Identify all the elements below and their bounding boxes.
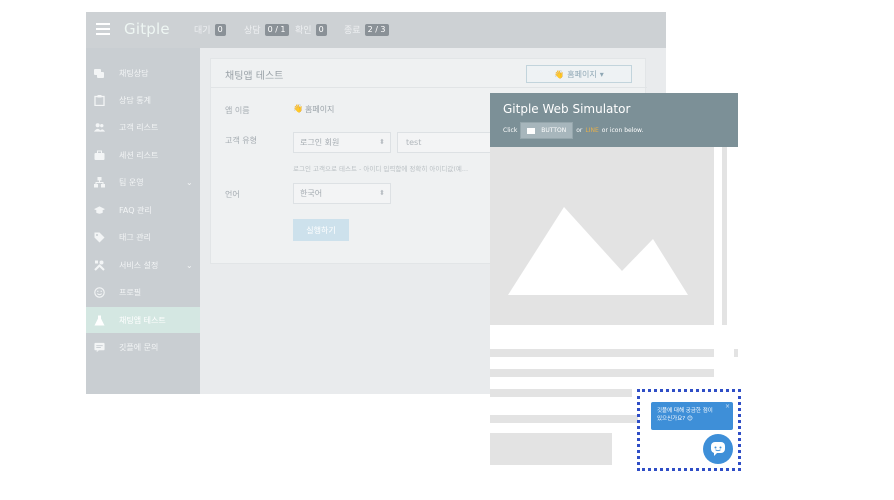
instruction-click: Click xyxy=(503,127,518,134)
hand-emoji-icon: 👋 xyxy=(554,69,565,79)
sidebar-item-label: 프로필 xyxy=(119,287,142,297)
placeholder-footer-block xyxy=(490,433,612,465)
stat-badge: 2 / 3 xyxy=(364,23,389,36)
sidebar-item-label: 서비스 설정 xyxy=(119,260,159,270)
sitemap-icon xyxy=(94,176,105,188)
simulator-instructions: Click BUTTON or LINE or icon below. xyxy=(503,122,643,139)
updown-caret-icon: ⬍ xyxy=(379,189,385,197)
hand-emoji-icon: 👋 xyxy=(293,104,303,113)
simulator-line-link[interactable]: LINE xyxy=(585,127,598,134)
language-label: 언어 xyxy=(225,190,240,199)
sidebar-item-label: 태그 관리 xyxy=(119,232,151,242)
briefcase-icon xyxy=(94,150,105,161)
message-icon xyxy=(94,342,105,353)
bubble-line-1: 깃플에 대해 궁금한 점이 xyxy=(657,408,713,414)
simulator-button-label: BUTTON xyxy=(541,127,567,134)
sidebar-item-label: 깃플에 문의 xyxy=(119,342,159,352)
sidebar: 채팅상담 상담 통계 고객 리스트 세션 리스트 팀 운영 ⌄ FAQ 관리 태… xyxy=(86,48,200,394)
caret-down-icon: ▾ xyxy=(599,69,604,79)
stat-badge: 0 xyxy=(214,23,226,36)
flask-icon xyxy=(94,315,105,326)
placeholder-side-rail xyxy=(722,147,727,325)
sidebar-item-label: FAQ 관리 xyxy=(119,205,152,215)
stat-check[interactable]: 확인 0 xyxy=(295,23,327,36)
sidebar-item-team[interactable]: 팀 운영 ⌄ xyxy=(86,169,200,195)
chevron-down-icon: ⌄ xyxy=(186,260,193,270)
stat-label: 확인 xyxy=(295,26,312,36)
language-select[interactable]: 한국어 ⬍ xyxy=(293,183,391,204)
app-selector-label: 홈페이지 xyxy=(567,69,597,79)
placeholder-text-line xyxy=(490,389,632,397)
customer-type-value: 로그인 회원 xyxy=(300,138,340,147)
run-button[interactable]: 실행하기 xyxy=(293,219,349,241)
chat-mini-icon xyxy=(527,127,536,134)
customer-type-label: 고객 유형 xyxy=(225,136,257,145)
customer-type-hint: 로그인 고객으로 테스트 - 아이디 입력함에 정확히 아이디값(예... xyxy=(293,165,469,173)
sidebar-item-chat[interactable]: 채팅상담 xyxy=(86,60,200,86)
card-divider xyxy=(211,87,647,88)
stat-label: 종료 xyxy=(344,26,361,36)
chat-bubbles-icon xyxy=(94,68,105,79)
stat-waiting[interactable]: 대기 0 xyxy=(194,23,226,36)
gitple-logo: Gitple xyxy=(124,20,170,38)
customer-type-select[interactable]: 로그인 회원 ⬍ xyxy=(293,132,391,153)
close-icon[interactable]: × xyxy=(725,403,730,411)
placeholder-text-line xyxy=(490,415,638,423)
sidebar-item-faq[interactable]: FAQ 관리 xyxy=(86,197,200,223)
sidebar-item-label: 채팅앱 테스트 xyxy=(119,315,166,325)
sidebar-item-profile[interactable]: 프로필 xyxy=(86,279,200,305)
sidebar-item-stats[interactable]: 상담 통계 xyxy=(86,87,200,113)
sidebar-item-customers[interactable]: 고객 리스트 xyxy=(86,114,200,140)
sidebar-item-label: 채팅상담 xyxy=(119,68,149,78)
chat-launcher-button[interactable] xyxy=(703,434,733,464)
app-selector[interactable]: 👋 홈페이지 ▾ xyxy=(526,65,632,83)
app-name-label: 앱 이름 xyxy=(225,106,250,115)
instruction-or: or xyxy=(576,127,583,134)
placeholder-text-line xyxy=(490,349,714,357)
app-name-value: 👋 홈페이지 xyxy=(293,104,334,115)
placeholder-text-line xyxy=(734,349,738,357)
bubble-line-2: 있으신가요? 😊 xyxy=(657,416,693,422)
app-name-text: 홈페이지 xyxy=(304,105,335,114)
simulator-header: Gitple Web Simulator Click BUTTON or LIN… xyxy=(490,93,738,147)
sidebar-item-service-settings[interactable]: 서비스 설정 ⌄ xyxy=(86,252,200,278)
stat-label: 대기 xyxy=(194,26,211,36)
chevron-down-icon: ⌄ xyxy=(186,177,193,187)
graduation-cap-icon xyxy=(94,205,105,216)
tools-icon xyxy=(94,260,105,271)
updown-caret-icon: ⬍ xyxy=(379,138,385,146)
smile-icon xyxy=(94,286,105,298)
simulator-title: Gitple Web Simulator xyxy=(503,102,631,116)
sidebar-item-chatapp-test[interactable]: 채팅앱 테스트 xyxy=(86,307,200,333)
stat-badge: 0 xyxy=(315,23,327,36)
hamburger-menu-icon[interactable] xyxy=(96,23,110,35)
sidebar-item-label: 상담 통계 xyxy=(119,95,151,105)
sidebar-item-tags[interactable]: 태그 관리 xyxy=(86,224,200,250)
sidebar-item-label: 고객 리스트 xyxy=(119,122,159,132)
top-bar: Gitple 대기 0 상담 0 / 1 확인 0 종료 2 / 3 xyxy=(86,12,666,48)
instruction-rest: or icon below. xyxy=(601,127,644,134)
sidebar-item-sessions[interactable]: 세션 리스트 xyxy=(86,142,200,168)
users-icon xyxy=(94,122,105,133)
stat-closed[interactable]: 종료 2 / 3 xyxy=(344,23,389,36)
mountain-image-icon xyxy=(508,207,688,295)
sidebar-item-label: 팀 운영 xyxy=(119,177,144,187)
customer-id-input[interactable]: test xyxy=(397,132,497,153)
stat-consulting[interactable]: 상담 0 / 1 xyxy=(244,23,289,36)
language-value: 한국어 xyxy=(300,189,323,198)
sidebar-item-label: 세션 리스트 xyxy=(119,150,159,160)
sidebar-item-contact[interactable]: 깃플에 문의 xyxy=(86,334,200,360)
tag-icon xyxy=(94,232,105,243)
simulator-button[interactable]: BUTTON xyxy=(520,122,574,139)
customer-id-value: test xyxy=(406,138,422,147)
chat-greeting-bubble[interactable]: 깃플에 대해 궁금한 점이 있으신가요? 😊 × xyxy=(651,402,733,430)
placeholder-text-line xyxy=(490,369,714,377)
chat-bubble-icon xyxy=(711,442,725,456)
stat-label: 상담 xyxy=(244,26,261,36)
image-placeholder xyxy=(490,147,714,325)
card-title: 채팅앱 테스트 xyxy=(225,71,284,82)
clipboard-icon xyxy=(94,94,105,106)
stat-badge: 0 / 1 xyxy=(264,23,289,36)
